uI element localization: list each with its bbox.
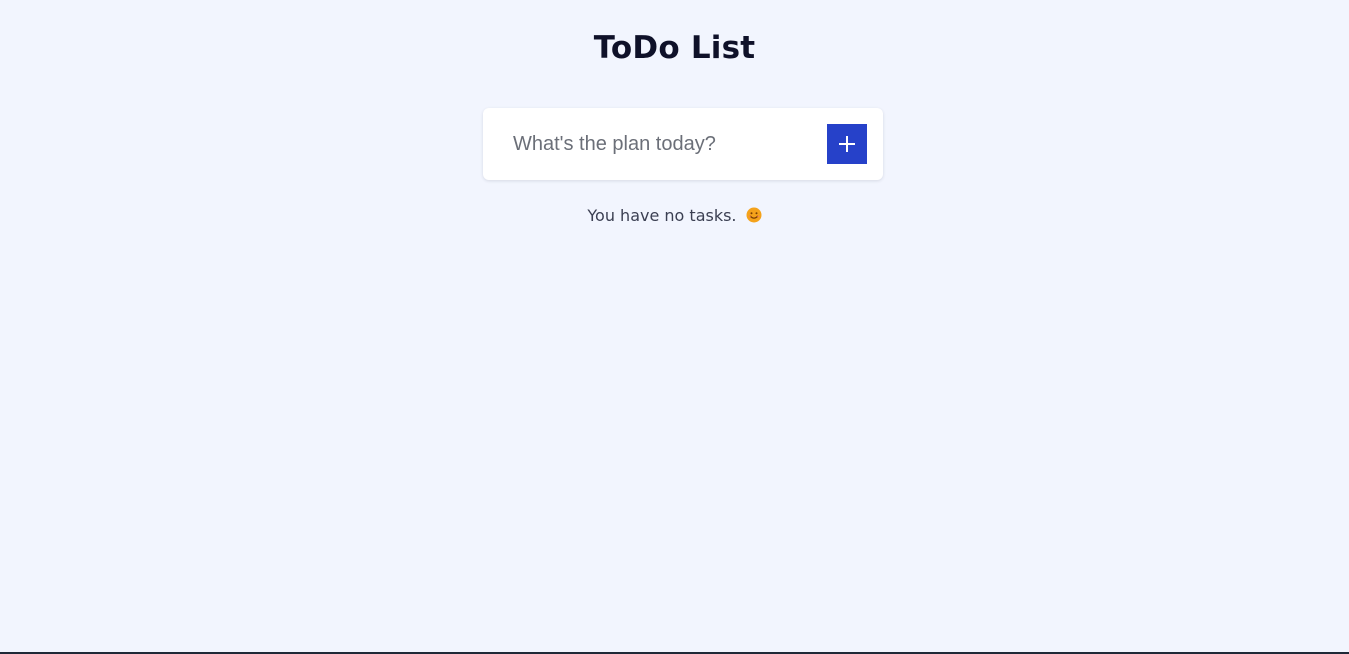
plus-icon: [839, 136, 855, 152]
add-task-button[interactable]: [827, 124, 867, 164]
task-input-card: [483, 108, 883, 180]
page: { "app": { "title": "ToDo List" }, "inpu…: [0, 0, 1349, 654]
page-title: ToDo List: [593, 30, 756, 66]
task-input[interactable]: [513, 126, 813, 162]
todo-app: ToDo List You have no tasks.: [0, 0, 1349, 654]
smiling-face-icon: [746, 207, 762, 223]
empty-state: You have no tasks.: [0, 206, 1349, 226]
empty-state-text: You have no tasks.: [587, 206, 737, 225]
